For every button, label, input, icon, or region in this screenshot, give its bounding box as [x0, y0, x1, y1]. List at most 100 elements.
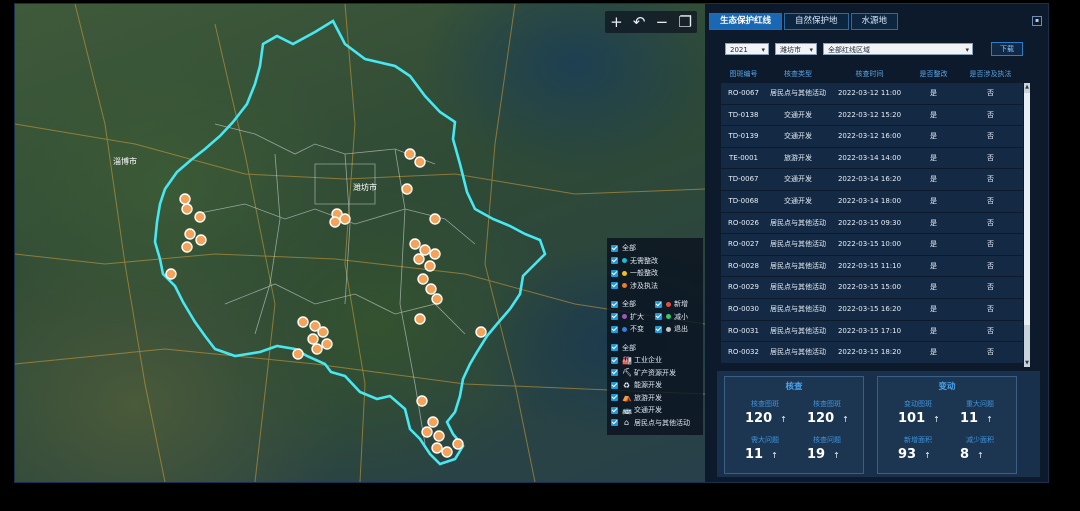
- legend-half[interactable]: 退出: [655, 324, 699, 334]
- table-cell: 2022-03-12 15:20: [837, 110, 902, 119]
- legend-item[interactable]: 🚌 交通开发: [611, 404, 703, 417]
- collapse-icon[interactable]: ▪: [1032, 16, 1042, 26]
- legend-item[interactable]: 一般整改: [611, 267, 703, 280]
- table-cell: 否: [987, 153, 994, 162]
- city-select[interactable]: 潍坊市 ▾: [775, 42, 817, 55]
- checkbox[interactable]: [611, 394, 618, 402]
- legend-item[interactable]: 全部 新增: [611, 298, 703, 311]
- layers-icon[interactable]: ❐: [678, 14, 691, 30]
- table-row[interactable]: TD-0138 交通开发 2022-03-12 15:20 是 否: [721, 104, 1023, 126]
- tab-1[interactable]: 自然保护地: [784, 13, 849, 30]
- table-cell: 2022-03-15 15:00: [837, 283, 902, 292]
- zoom-out-icon[interactable]: −: [656, 14, 669, 30]
- column-header[interactable]: 核查类型: [766, 67, 830, 81]
- year-select[interactable]: 2021 ▾: [725, 42, 769, 55]
- table-cell: 是: [930, 153, 937, 162]
- checkbox[interactable]: [611, 356, 618, 364]
- table-scrollbar[interactable]: ▲ ▼: [1024, 83, 1030, 367]
- checkbox[interactable]: [611, 300, 618, 308]
- download-button[interactable]: 下载: [991, 42, 1023, 56]
- stat-value: 19: [807, 447, 826, 462]
- checkbox[interactable]: [611, 244, 618, 252]
- legend-item[interactable]: ♻ 能源开发: [611, 379, 703, 392]
- legend-half[interactable]: 不变: [611, 324, 655, 334]
- scroll-down-icon[interactable]: ▼: [1024, 359, 1030, 367]
- legend-item[interactable]: ⛏ 矿产资源开发: [611, 367, 703, 380]
- table-cell: 2022-03-15 10:00: [837, 240, 902, 249]
- checkbox[interactable]: [611, 325, 618, 333]
- stat-value: 8: [960, 447, 970, 462]
- legend-item[interactable]: 扩大 减小: [611, 311, 703, 324]
- table-cell: 2022-03-12 11:00: [837, 89, 902, 97]
- checkbox[interactable]: [655, 300, 662, 308]
- scroll-thumb[interactable]: [1024, 93, 1030, 325]
- table-cell: 居民点与其他活动: [770, 240, 826, 249]
- checkbox[interactable]: [611, 419, 618, 427]
- legend-item[interactable]: 全部: [611, 242, 703, 255]
- table-row[interactable]: RO-0028 居民点与其他活动 2022-03-15 11:10 是 否: [721, 255, 1023, 277]
- scroll-up-icon[interactable]: ▲: [1024, 83, 1030, 91]
- checkbox[interactable]: [611, 282, 618, 290]
- legend-half[interactable]: 全部: [611, 299, 655, 309]
- arrow-up-icon: ↑: [833, 451, 840, 460]
- checkbox[interactable]: [655, 313, 662, 321]
- checkbox[interactable]: [611, 381, 618, 389]
- checkbox[interactable]: [611, 344, 618, 352]
- column-header[interactable]: 图斑编号: [721, 67, 766, 81]
- zoom-in-icon[interactable]: +: [610, 14, 623, 30]
- column-header[interactable]: 是否整改: [909, 67, 958, 81]
- tab-0[interactable]: 生态保护红线: [709, 13, 783, 30]
- legend-label: 矿产资源开发: [634, 368, 676, 377]
- legend-item[interactable]: 🏭 工业企业: [611, 354, 703, 367]
- legend-half[interactable]: 减小: [655, 312, 699, 322]
- checkbox[interactable]: [611, 369, 618, 377]
- legend-label: 全部: [622, 300, 636, 309]
- legend-item[interactable]: 全部: [611, 342, 703, 355]
- legend-label: 居民点与其他活动: [634, 418, 690, 427]
- legend-item[interactable]: 无需整改: [611, 255, 703, 268]
- summary-stat: 减少面积 8 ↑: [950, 435, 1010, 462]
- table-row[interactable]: RO-0026 居民点与其他活动 2022-03-15 09:30 是 否: [721, 212, 1023, 234]
- chevron-down-icon: ▾: [761, 45, 765, 54]
- summary-title: 核查: [785, 382, 803, 392]
- undo-icon[interactable]: ↶: [633, 14, 646, 30]
- arrow-up-icon: ↑: [780, 415, 787, 424]
- stat-label: 减少面积: [966, 436, 994, 444]
- legend-item[interactable]: 不变 退出: [611, 323, 703, 336]
- tab-2[interactable]: 水源地: [850, 13, 899, 30]
- column-header[interactable]: 是否涉及执法: [958, 67, 1023, 81]
- table-row[interactable]: RO-0067 居民点与其他活动 2022-03-12 11:00 是 否: [721, 83, 1023, 104]
- checkbox[interactable]: [611, 313, 618, 321]
- table-row[interactable]: RO-0029 居民点与其他活动 2022-03-15 15:00 是 否: [721, 277, 1023, 298]
- legend-item[interactable]: ⌂ 居民点与其他活动: [611, 417, 703, 430]
- table-row[interactable]: RO-0027 居民点与其他活动 2022-03-15 10:00 是 否: [721, 234, 1023, 255]
- summary-box: 核查 核查图斑 120 ↑ 核查图斑 120 ↑ 需大问题 11 ↑ 核查问题 19 ↑: [724, 376, 864, 474]
- table-row[interactable]: RO-0030 居民点与其他活动 2022-03-15 16:20 是 否: [721, 298, 1023, 320]
- table-cell: 旅游开发: [784, 153, 812, 162]
- satellite-map[interactable]: 淄博市 潍坊市 + ↶ − ❐ 全部 无需整改 一般整改 涉及执法 全部 新增 扩大 减小 不变 退出全…: [15, 4, 705, 482]
- column-header[interactable]: 核查时间: [830, 67, 909, 81]
- stat-label: 核查问题: [813, 436, 841, 444]
- table-row[interactable]: TD-0067 交通开发 2022-03-14 16:20 是 否: [721, 169, 1023, 190]
- table-row[interactable]: TE-0001 旅游开发 2022-03-14 14:00 是 否: [721, 147, 1023, 169]
- checkbox[interactable]: [611, 257, 618, 265]
- table-cell: 2022-03-15 17:10: [837, 326, 902, 335]
- table-cell: 居民点与其他活动: [770, 218, 826, 227]
- legend-half[interactable]: 扩大: [611, 312, 655, 322]
- map-toolbar: + ↶ − ❐: [605, 11, 697, 33]
- legend-item[interactable]: 涉及执法: [611, 280, 703, 293]
- table-row[interactable]: TD-0139 交通开发 2022-03-12 16:00 是 否: [721, 126, 1023, 147]
- table-cell: 是: [930, 283, 937, 292]
- legend-half[interactable]: 新增: [655, 299, 699, 309]
- checkbox[interactable]: [611, 406, 618, 414]
- legend-item[interactable]: ⛺ 旅游开发: [611, 392, 703, 405]
- checkbox[interactable]: [655, 325, 662, 333]
- checkbox[interactable]: [611, 269, 618, 277]
- area-select[interactable]: 全部红线区域 ▾: [823, 42, 973, 55]
- table-row[interactable]: TD-0068 交通开发 2022-03-14 18:00 是 否: [721, 190, 1023, 212]
- legend-dot-icon: [622, 270, 627, 276]
- table-row[interactable]: RO-0031 居民点与其他活动 2022-03-15 17:10 是 否: [721, 320, 1023, 342]
- arrow-up-icon: ↑: [977, 451, 984, 460]
- table-row[interactable]: RO-0032 居民点与其他活动 2022-03-15 18:20 是 否: [721, 342, 1023, 363]
- table-cell: 2022-03-14 16:20: [837, 175, 902, 184]
